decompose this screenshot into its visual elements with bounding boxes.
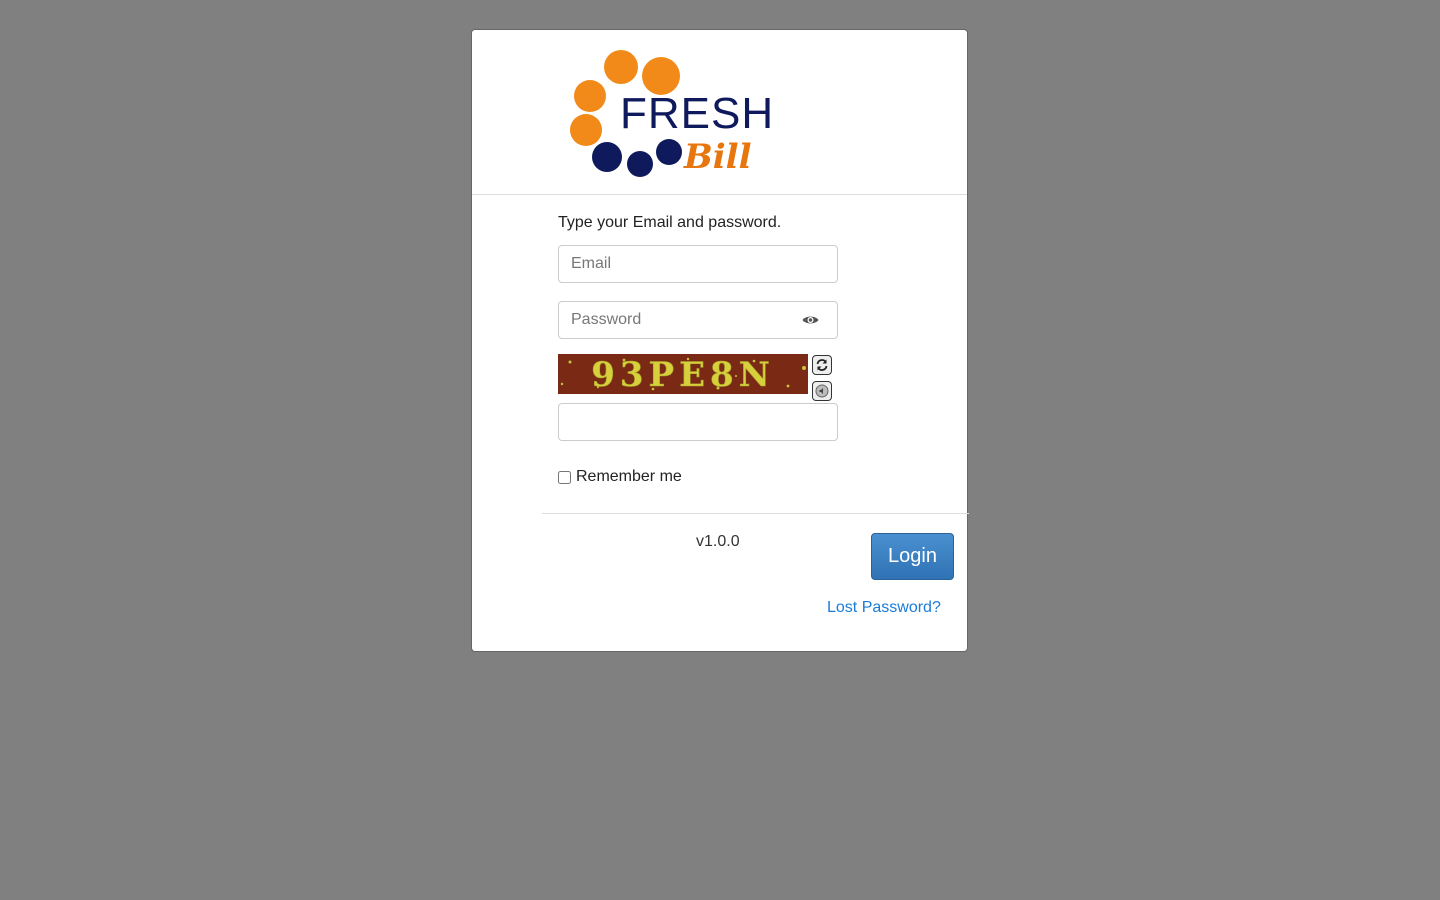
- captcha-refresh-button[interactable]: [812, 355, 832, 375]
- login-instructions: Type your Email and password.: [558, 214, 782, 231]
- remember-me-checkbox[interactable]: [558, 470, 571, 484]
- logo-wordmark-fresh: FRESH: [620, 89, 775, 138]
- eye-icon[interactable]: [802, 314, 819, 326]
- audio-icon: [815, 384, 829, 398]
- login-button[interactable]: Login: [871, 533, 954, 580]
- captcha-image: 93PE8N: [558, 354, 808, 394]
- captcha-input[interactable]: [558, 403, 838, 441]
- refresh-icon: [816, 359, 828, 371]
- version-label: v1.0.0: [696, 533, 740, 550]
- login-card: FRESH Bill Type your Email and password.…: [471, 29, 969, 652]
- lost-password-link[interactable]: Lost Password?: [827, 599, 941, 617]
- remember-me-label: Remember me: [576, 468, 682, 485]
- captcha-text: 93PE8N: [591, 355, 775, 394]
- logo-header: FRESH Bill: [472, 30, 967, 195]
- logo-wordmark-bill: Bill: [684, 137, 752, 177]
- captcha-audio-button[interactable]: [812, 381, 832, 401]
- email-field[interactable]: [558, 245, 838, 283]
- password-field[interactable]: [558, 301, 838, 339]
- remember-me[interactable]: Remember me: [558, 468, 682, 486]
- footer-divider: [542, 513, 969, 514]
